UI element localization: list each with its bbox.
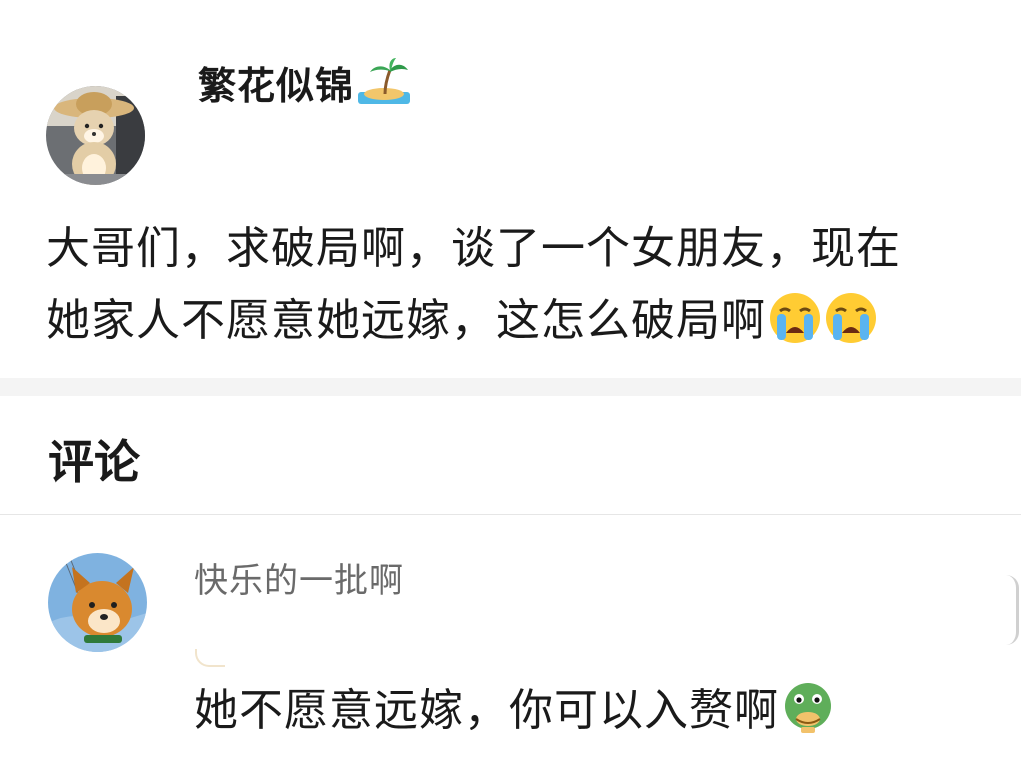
commenter-avatar[interactable] <box>48 553 147 652</box>
desert-island-icon <box>358 58 411 106</box>
section-divider <box>0 378 1021 396</box>
author-avatar[interactable] <box>46 86 145 185</box>
cropped-side-mark <box>1006 575 1019 645</box>
comment-text-body: 她不愿意远嫁，你可以入赘啊 <box>194 685 779 736</box>
comments-header: 评论 <box>0 396 1021 515</box>
post-body-line-2-text: 她家人不愿意她远嫁，这怎么破局啊 <box>46 295 766 346</box>
post-body-line-2: 她家人不愿意她远嫁，这怎么破局啊 <box>46 285 1006 357</box>
green-face-icon <box>781 681 835 735</box>
author-name[interactable]: 繁花似锦 <box>198 55 354 110</box>
author-row: 繁花似锦 <box>198 55 411 110</box>
comment-text: 她不愿意远嫁，你可以入赘啊 <box>194 679 835 743</box>
post-body-line-1: 大哥们，求破局啊，谈了一个女朋友，现在 <box>46 223 901 274</box>
post-card: 繁花似锦 大哥们，求破局啊，谈了一个女朋友，现在 她家人不愿意她远嫁，这怎么破局… <box>0 0 1021 378</box>
commenter-name[interactable]: 快乐的一批啊 <box>194 553 404 602</box>
loudly-crying-icon <box>768 291 822 345</box>
comment-item: 快乐的一批啊 她不愿意远嫁，你可以入赘啊 <box>0 515 1021 779</box>
post-body: 大哥们，求破局啊，谈了一个女朋友，现在 她家人不愿意她远嫁，这怎么破局啊 <box>46 213 1006 357</box>
comments-title: 评论 <box>48 435 140 489</box>
reply-quote-mark <box>195 649 225 667</box>
loudly-crying-icon <box>824 291 878 345</box>
cropped-edge-mark <box>1013 434 1021 474</box>
